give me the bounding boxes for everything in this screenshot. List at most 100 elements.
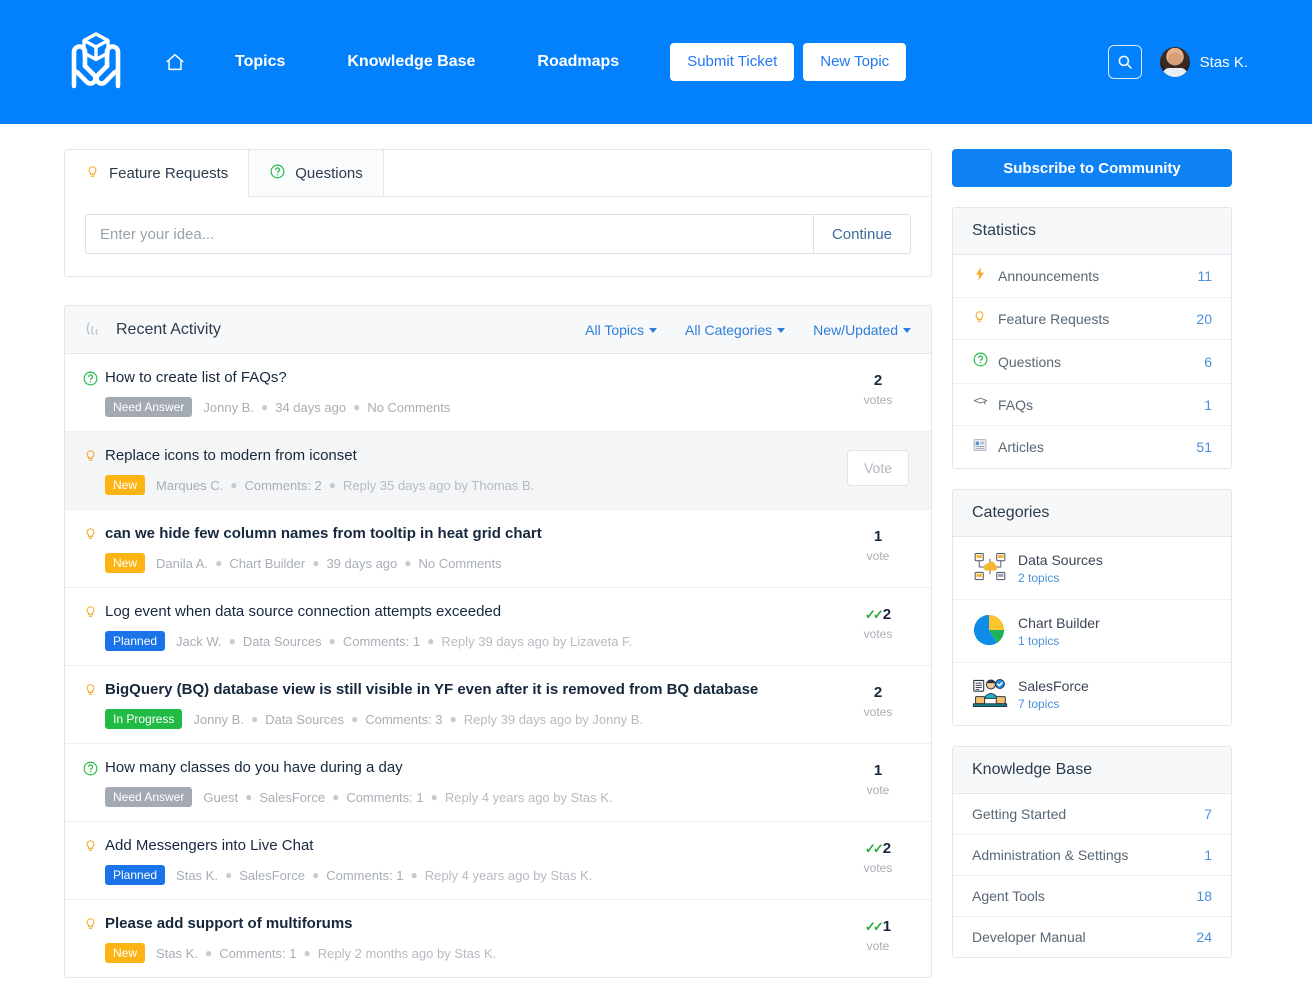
statistics-item[interactable]: Feature Requests20 — [953, 298, 1231, 340]
submit-ticket-button[interactable]: Submit Ticket — [670, 43, 794, 81]
lightbulb-icon — [972, 309, 998, 328]
sidebar: Subscribe to Community Statistics Announ… — [952, 149, 1232, 958]
question-circle-icon — [79, 368, 101, 390]
knowledge-base-item-count: 1 — [1204, 847, 1212, 863]
row-title[interactable]: can we hide few column names from toolti… — [105, 524, 845, 544]
network-cloud-icon — [972, 550, 1012, 586]
nav-item-knowledge-base[interactable]: Knowledge Base — [316, 54, 506, 70]
question-circle-icon — [269, 163, 286, 184]
row-title[interactable]: BigQuery (BQ) database view is still vis… — [105, 680, 845, 700]
article-icon — [972, 437, 998, 457]
subscribe-button[interactable]: Subscribe to Community — [952, 149, 1232, 187]
hands-holding-cube-logo[interactable] — [60, 28, 132, 96]
row-category[interactable]: SalesForce — [239, 868, 305, 883]
vote-count: ✓✓2 — [845, 606, 911, 624]
category-item[interactable]: Chart Builder1 topics — [953, 600, 1231, 663]
row-category[interactable]: Data Sources — [265, 712, 344, 727]
meta-separator: ● — [427, 634, 434, 648]
header-right-cluster: Stas K. — [1108, 45, 1248, 79]
statistics-item[interactable]: FAQs1 — [953, 384, 1231, 426]
user-menu[interactable]: Stas K. — [1160, 47, 1248, 77]
activity-rows: How to create list of FAQs?Need AnswerJo… — [65, 354, 931, 977]
activity-row[interactable]: BigQuery (BQ) database view is still vis… — [65, 666, 931, 743]
row-author: Jonny B. — [193, 712, 244, 727]
row-reply: Reply 39 days ago by Lizaveta F. — [441, 634, 632, 649]
activity-row[interactable]: Add Messengers into Live Chat PlannedStas… — [65, 822, 931, 899]
knowledge-base-item-label: Administration & Settings — [972, 847, 1204, 863]
statistics-item[interactable]: Questions6 — [953, 340, 1231, 384]
knowledge-base-item-label: Getting Started — [972, 806, 1204, 822]
row-title[interactable]: Log event when data source connection at… — [105, 602, 845, 622]
knowledge-base-item-count: 7 — [1204, 806, 1212, 822]
statistics-item[interactable]: Articles51 — [953, 426, 1231, 468]
row-title[interactable]: Please add support of multiforums — [105, 914, 845, 934]
statistics-item-label: Feature Requests — [998, 311, 1196, 327]
activity-row[interactable]: Please add support of multiforumsNewStas… — [65, 900, 931, 977]
idea-input-row: Continue — [65, 197, 931, 276]
row-title[interactable]: Add Messengers into Live Chat — [105, 836, 845, 856]
knowledge-base-card: Knowledge Base Getting Started7Administr… — [952, 746, 1232, 958]
filter-sort[interactable]: New/Updated — [813, 322, 911, 338]
nav-item-topics[interactable]: Topics — [204, 54, 316, 70]
activity-row[interactable]: How to create list of FAQs?Need AnswerJo… — [65, 354, 931, 431]
row-category[interactable]: Data Sources — [243, 634, 322, 649]
meta-separator: ● — [205, 946, 212, 960]
activity-row[interactable]: Replace icons to modern from iconset NewM… — [65, 432, 931, 509]
row-votes: 2votes — [845, 680, 911, 719]
lightbulb-icon — [79, 446, 101, 466]
knowledge-base-item-label: Developer Manual — [972, 929, 1196, 945]
idea-input[interactable] — [85, 214, 813, 254]
activity-row[interactable]: can we hide few column names from toolti… — [65, 510, 931, 587]
pie-chart-icon — [972, 613, 1012, 649]
row-author: Stas K. — [176, 868, 218, 883]
activity-row[interactable]: Log event when data source connection at… — [65, 588, 931, 665]
lightbulb-icon — [79, 680, 101, 700]
row-category[interactable]: Chart Builder — [229, 556, 305, 571]
row-reply: Reply 4 years ago by Stas K. — [445, 790, 613, 805]
meta-separator: ● — [353, 400, 360, 414]
row-body: BigQuery (BQ) database view is still vis… — [101, 680, 845, 729]
statistics-item-count: 1 — [1204, 397, 1212, 413]
vote-count: 2 — [845, 372, 911, 390]
filter-all-topics[interactable]: All Topics — [585, 322, 657, 338]
row-reply: Reply 35 days ago by Thomas B. — [343, 478, 534, 493]
statistics-item-label: FAQs — [998, 397, 1204, 413]
tabs-filler — [384, 150, 931, 197]
row-meta: PlannedStas K.●SalesForce●Comments: 1●Re… — [105, 865, 845, 885]
tab-feature-requests[interactable]: Feature Requests — [65, 150, 249, 197]
row-comments: Comments: 2 — [244, 478, 321, 493]
activity-row[interactable]: How many classes do you have during a da… — [65, 744, 931, 821]
status-badge: In Progress — [105, 709, 182, 729]
row-category[interactable]: SalesForce — [259, 790, 325, 805]
idea-tabs: Feature Requests Questions — [65, 150, 931, 197]
meta-separator: ● — [431, 790, 438, 804]
statistics-item-count: 11 — [1197, 268, 1212, 284]
vote-count-label: votes — [845, 393, 911, 407]
search-icon[interactable] — [1108, 45, 1142, 79]
home-icon[interactable] — [152, 51, 204, 73]
knowledge-base-item-count: 24 — [1196, 929, 1212, 945]
row-title[interactable]: How many classes do you have during a da… — [105, 758, 845, 778]
row-comments: Comments: 1 — [326, 868, 403, 883]
knowledge-base-item[interactable]: Getting Started7 — [953, 794, 1231, 835]
vote-button[interactable]: Vote — [847, 450, 909, 486]
vote-count-label: votes — [845, 705, 911, 719]
row-title[interactable]: Replace icons to modern from iconset — [105, 446, 845, 466]
tab-questions[interactable]: Questions — [249, 150, 384, 197]
vote-count-label: votes — [845, 861, 911, 875]
row-meta: NewMarques C.●Comments: 2●Reply 35 days … — [105, 475, 845, 495]
continue-button[interactable]: Continue — [813, 214, 911, 254]
filter-all-categories[interactable]: All Categories — [685, 322, 785, 338]
knowledge-base-item[interactable]: Developer Manual24 — [953, 917, 1231, 957]
statistics-item[interactable]: Announcements11 — [953, 255, 1231, 298]
knowledge-base-item[interactable]: Administration & Settings1 — [953, 835, 1231, 876]
category-item[interactable]: SalesForce7 topics — [953, 663, 1231, 725]
new-topic-button[interactable]: New Topic — [803, 43, 906, 81]
row-comments: Comments: 1 — [343, 634, 420, 649]
nav-item-roadmaps[interactable]: Roadmaps — [506, 54, 650, 70]
knowledge-base-item[interactable]: Agent Tools18 — [953, 876, 1231, 917]
row-meta: In ProgressJonny B.●Data Sources●Comment… — [105, 709, 845, 729]
category-item[interactable]: Data Sources2 topics — [953, 537, 1231, 600]
row-author: Jack W. — [176, 634, 222, 649]
row-title[interactable]: How to create list of FAQs? — [105, 368, 845, 388]
